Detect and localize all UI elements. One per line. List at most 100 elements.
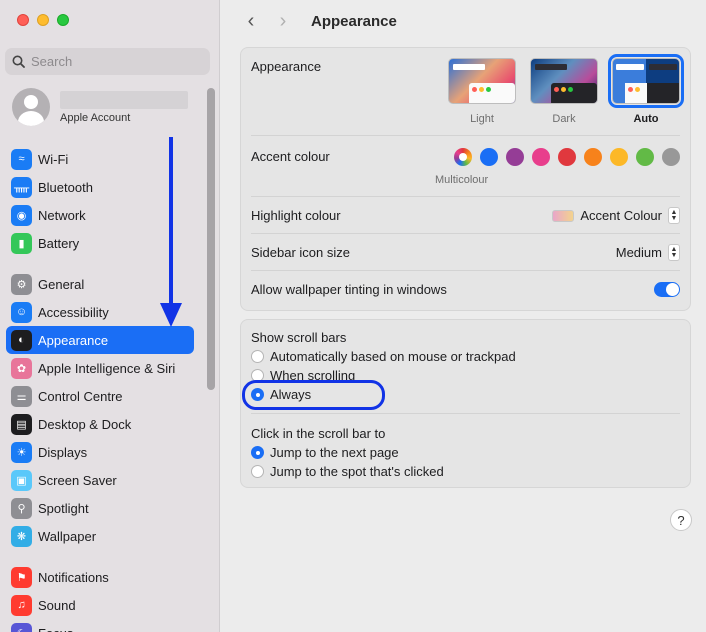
close-window-button[interactable]	[17, 14, 29, 26]
accent-colour-row: Accent colour Multicolour	[251, 136, 680, 197]
globe-icon: ◉	[11, 204, 32, 226]
sidebar-item-label: Notifications	[38, 569, 109, 585]
account-name-redacted	[60, 90, 188, 109]
gear-icon: ⚙	[11, 273, 32, 295]
wallpaper-tinting-label: Allow wallpaper tinting in windows	[251, 282, 447, 297]
accent-swatch-8[interactable]	[662, 148, 680, 166]
back-chevron-icon[interactable]: ‹	[239, 10, 263, 32]
sidebar-item-sound[interactable]: ♫ Sound	[6, 591, 194, 619]
accent-swatch-5[interactable]	[584, 148, 602, 166]
accent-swatch-7[interactable]	[636, 148, 654, 166]
selected-dot	[459, 153, 467, 161]
sidebar-item-label: Displays	[38, 444, 88, 460]
highlight-colour-popup[interactable]: Accent Colour ▲ ▼	[552, 207, 680, 224]
search-field[interactable]	[5, 48, 210, 75]
sidebar-item-label: Spotlight	[38, 500, 89, 516]
sidebar-icon-size-popup[interactable]: Medium ▲ ▼	[616, 244, 680, 261]
highlight-swatch	[552, 209, 575, 222]
wifi-icon: ≈	[11, 148, 32, 170]
auto-label: Auto	[633, 113, 659, 125]
accent-swatch-1[interactable]	[480, 148, 498, 166]
auto-thumbnail	[608, 54, 684, 108]
search-icon	[12, 55, 25, 68]
sidebar-item-label: Accessibility	[38, 304, 109, 320]
highlight-colour-row: Highlight colour Accent Colour ▲ ▼	[251, 197, 680, 234]
sidebar-item-label: Screen Saver	[38, 472, 117, 488]
popup-stepper-icon: ▲ ▼	[668, 244, 680, 261]
appearance-option-auto[interactable]: Auto	[608, 54, 684, 125]
sidebar-icon-size-label: Sidebar icon size	[251, 245, 350, 260]
accent-swatch-6[interactable]	[610, 148, 628, 166]
highlight-colour-value: Accent Colour	[580, 208, 662, 223]
appearance-option-light[interactable]: Light	[448, 58, 516, 125]
siri-icon: ✿	[11, 357, 32, 379]
annotation-highlight-ring	[242, 380, 385, 410]
radio-next-page[interactable]	[251, 446, 264, 459]
scroll-option-automatic[interactable]: Automatically based on mouse or trackpad	[251, 347, 680, 366]
appearance-option-dark[interactable]: Dark	[530, 58, 598, 125]
sidebar-item-wallpaper[interactable]: ❋ Wallpaper	[6, 522, 194, 550]
sidebar-item-focus[interactable]: ☾ Focus	[6, 619, 194, 632]
click-option-spot-clicked[interactable]: Jump to the spot that's clicked	[251, 462, 680, 481]
forward-chevron-icon[interactable]: ›	[271, 10, 295, 32]
accent-swatches	[454, 148, 680, 166]
appearance-icon: ◐	[11, 329, 32, 351]
search-input[interactable]	[31, 54, 191, 69]
accent-swatch-multicolour[interactable]	[454, 148, 472, 166]
sidebar-item-spotlight[interactable]: ⚲ Spotlight	[6, 494, 194, 522]
dock-icon: ▤	[11, 413, 32, 435]
sidebar-item-desktop-dock[interactable]: ▤ Desktop & Dock	[6, 410, 194, 438]
sidebar-item-appearance[interactable]: ◐ Appearance	[6, 326, 194, 354]
apple-account[interactable]: Apple Account	[12, 88, 188, 126]
click-option-next-page[interactable]: Jump to the next page	[251, 443, 680, 462]
magnifier-icon: ⚲	[11, 497, 32, 519]
wallpaper-tinting-toggle[interactable]	[654, 282, 680, 297]
avatar	[12, 88, 50, 126]
help-button[interactable]: ?	[670, 509, 692, 531]
sun-icon: ☀	[11, 441, 32, 463]
page-title: Appearance	[311, 12, 397, 30]
accent-swatch-4[interactable]	[558, 148, 576, 166]
accent-swatch-3[interactable]	[532, 148, 550, 166]
dark-label: Dark	[552, 113, 576, 125]
sidebar-item-label: Battery	[38, 235, 80, 251]
sidebar-icon-size-row: Sidebar icon size Medium ▲ ▼	[251, 234, 680, 271]
sidebar-item-label: Network	[38, 207, 86, 223]
sidebar-item-displays[interactable]: ☀ Displays	[6, 438, 194, 466]
sidebar-scrollbar[interactable]	[207, 88, 215, 390]
nav-bar: ‹ › Appearance	[239, 10, 397, 32]
highlight-colour-label: Highlight colour	[251, 208, 341, 223]
radio-automatic[interactable]	[251, 350, 264, 363]
appearance-label: Appearance	[251, 59, 322, 74]
accent-swatch-2[interactable]	[506, 148, 524, 166]
sidebar-item-screen-saver[interactable]: ▣ Screen Saver	[6, 466, 194, 494]
wallpaper-tinting-toggle-wrap	[654, 282, 680, 297]
show-scroll-bars-label: Show scroll bars	[251, 330, 347, 345]
sidebar-item-label: Wallpaper	[38, 528, 97, 544]
control-centre-icon: ⚌	[11, 385, 32, 407]
sidebar-item-notifications[interactable]: ⚑ Notifications	[6, 563, 194, 591]
sidebar-item-label: Appearance	[38, 332, 109, 348]
sidebar-item-control-centre[interactable]: ⚌ Control Centre	[6, 382, 194, 410]
moon-icon: ☾	[11, 622, 32, 632]
minimize-window-button[interactable]	[37, 14, 49, 26]
wallpaper-tinting-row: Allow wallpaper tinting in windows	[251, 271, 680, 309]
bell-icon: ⚑	[11, 566, 32, 588]
sidebar-item-label: Apple Intelligence & Siri	[38, 360, 176, 376]
wallpaper-icon: ❋	[11, 525, 32, 547]
radio-spot-clicked[interactable]	[251, 465, 264, 478]
zoom-window-button[interactable]	[57, 14, 69, 26]
sidebar-icon-size-value: Medium	[615, 245, 662, 260]
dark-thumbnail	[530, 58, 598, 104]
bluetooth-icon: ᚅ	[11, 176, 32, 198]
sidebar-item-label: Bluetooth	[38, 179, 93, 195]
scroll-option-automatic-label: Automatically based on mouse or trackpad	[270, 349, 516, 364]
battery-icon: ▮	[11, 232, 32, 254]
appearance-panel: Appearance Light Dark Auto Accent colour…	[240, 47, 691, 311]
click-scroll-bar-label: Click in the scroll bar to	[251, 426, 386, 441]
accessibility-icon: ☺	[11, 301, 32, 323]
click-option-next-page-label: Jump to the next page	[270, 445, 399, 460]
popup-stepper-icon: ▲ ▼	[668, 207, 680, 224]
sidebar-item-apple-intelligence-siri[interactable]: ✿ Apple Intelligence & Siri	[6, 354, 194, 382]
screen-saver-icon: ▣	[11, 469, 32, 491]
